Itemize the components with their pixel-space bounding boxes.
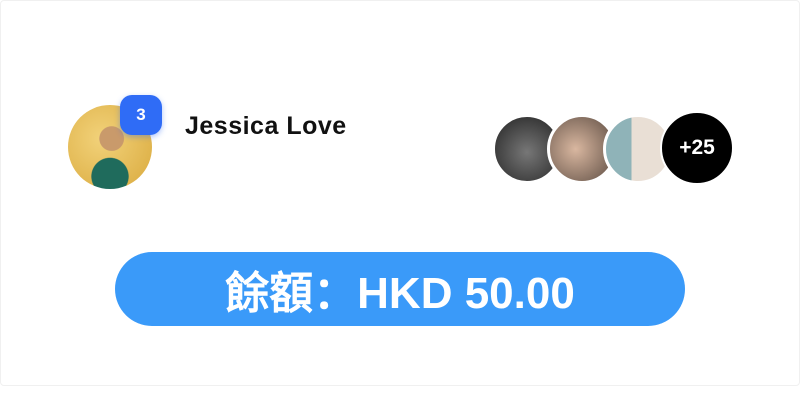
- notification-badge[interactable]: 3: [120, 95, 162, 135]
- more-members-button[interactable]: +25: [660, 111, 734, 185]
- balance-display: 餘額：HKD 50.00: [115, 252, 685, 326]
- card: [0, 0, 800, 386]
- user-name: Jessica Love: [185, 112, 347, 140]
